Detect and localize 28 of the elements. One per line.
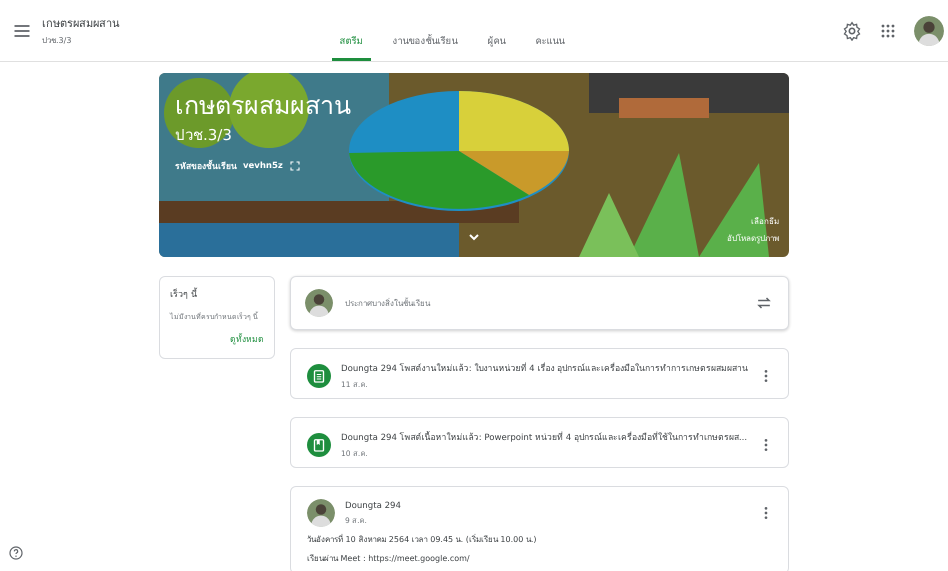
tab[interactable]: งานของชั้นเรียน <box>384 0 466 61</box>
material-icon <box>306 432 331 456</box>
announcement-composer[interactable]: ประกาศบางสิ่งในชั้นเรียน <box>290 276 789 330</box>
avatar-icon[interactable] <box>914 16 944 46</box>
avatar-icon <box>304 289 333 317</box>
author-name[interactable]: Doungta 294 <box>344 500 748 510</box>
help-icon[interactable] <box>8 545 24 561</box>
class-title: เกษตรผสมผสาน <box>42 16 120 32</box>
fullscreen-icon[interactable] <box>288 160 301 172</box>
settings-icon[interactable] <box>842 20 862 40</box>
tab[interactable]: ผู้คน <box>480 0 514 61</box>
theme-link[interactable]: เลือกธีม <box>751 215 779 228</box>
upcoming-title: เร็วๆ นี้ <box>170 287 264 301</box>
class-code: vevhn5z <box>243 161 283 171</box>
class-code-label: รหัสของชั้นเรียน <box>175 159 237 173</box>
post-body-text: วันอังคารที่ 10 สิงหาคม 2564 เวลา 09.45 น. (เริ่มเรียน 10.00 น.) <box>306 533 538 546</box>
class-section: ปวช.3/3 <box>42 34 120 47</box>
view-all-link[interactable]: ดูทั้งหมด <box>230 332 264 346</box>
post-title[interactable]: Doungta 294 โพสต์งานใหม่แล้ว: ใบงานหน่วยที่ 4 เรื่อง อุปกรณ์และเครื่องมือในการทำการเกษตรผสมผสาน <box>340 361 748 375</box>
tab[interactable]: สตรีม <box>332 0 370 61</box>
class-section: ปวช.3/3 <box>175 123 773 147</box>
post-body-text: เรียนผ่าน Meet : https://meet.google.com/ <box>306 553 471 565</box>
composer-placeholder: ประกาศบางสิ่งในชั้นเรียน <box>344 296 432 310</box>
class-title: เกษตรผสมผสาน <box>175 91 352 121</box>
avatar-icon <box>306 499 335 527</box>
post-title[interactable]: Doungta 294 โพสต์เนื้อหาใหม่แล้ว: Powerpoint หน่วยที่ 4 อุปกรณ์และเครื่องมือที่ใช้ในการทำเกษตรผส... <box>340 430 748 444</box>
tab[interactable]: คะแนน <box>528 0 572 61</box>
assignment-icon <box>306 364 331 388</box>
